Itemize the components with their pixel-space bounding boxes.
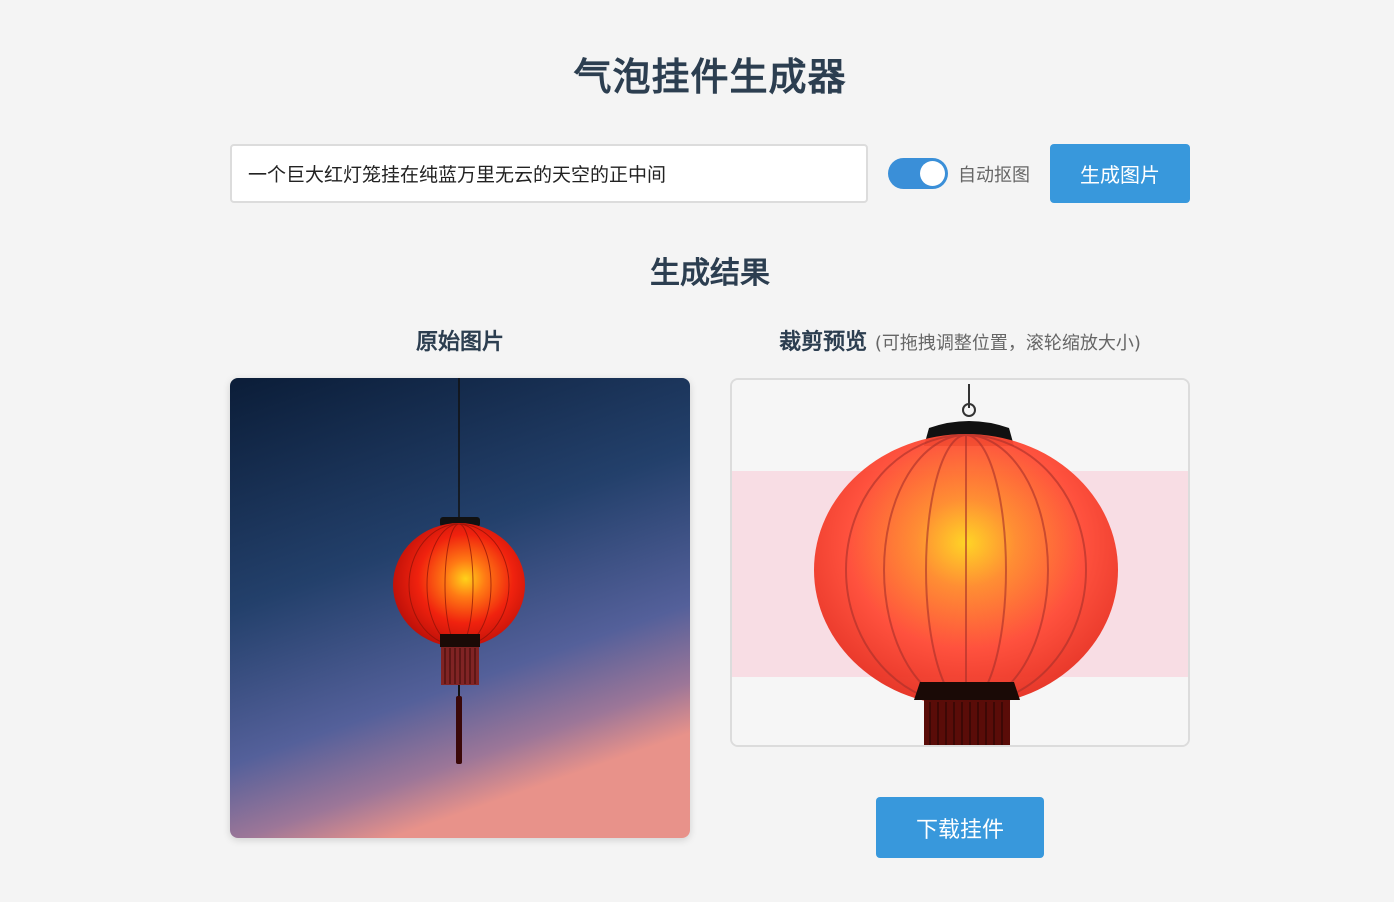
- crop-preview-title: 裁剪预览 (可拖拽调整位置，滚轮缩放大小): [730, 324, 1190, 356]
- page-title: 气泡挂件生成器: [573, 55, 847, 99]
- original-image-title: 原始图片: [415, 330, 504, 355]
- crop-preview-label: 裁剪预览: [779, 330, 868, 355]
- original-image: [230, 378, 690, 838]
- generate-button[interactable]: 生成图片: [1050, 144, 1190, 203]
- results-title: 生成结果: [650, 256, 770, 291]
- toggle-knob: [920, 161, 945, 186]
- auto-cutout-toggle[interactable]: [888, 158, 948, 189]
- auto-cutout-label: 自动抠图: [958, 165, 1030, 186]
- crop-preview-hint: (可拖拽调整位置，滚轮缩放大小): [874, 333, 1141, 354]
- lantern-photo: [230, 378, 690, 838]
- prompt-input[interactable]: [230, 144, 868, 203]
- crop-preview-canvas[interactable]: [730, 378, 1190, 747]
- crop-lantern[interactable]: [732, 380, 1188, 745]
- download-button[interactable]: 下载挂件: [876, 797, 1044, 858]
